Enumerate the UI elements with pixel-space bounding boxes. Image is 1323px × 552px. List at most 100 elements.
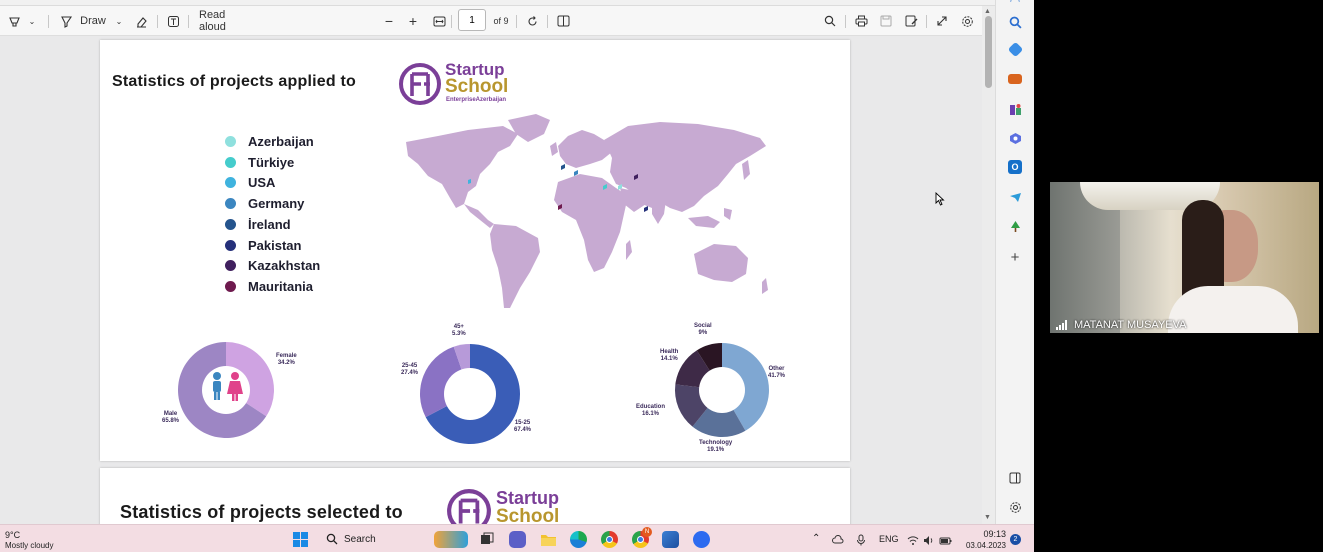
mouse-cursor-icon xyxy=(935,192,945,206)
legend-color-dot xyxy=(225,260,236,272)
legend-item: Mauritania xyxy=(225,279,313,294)
scroll-down-icon[interactable]: ▼ xyxy=(984,514,991,521)
print-icon[interactable] xyxy=(853,6,869,36)
age-donut-chart xyxy=(420,344,520,444)
sidebar-toggle-icon[interactable] xyxy=(1008,471,1022,485)
legend-item: Germany xyxy=(225,196,304,211)
scroll-up-icon[interactable]: ▲ xyxy=(984,8,991,15)
chat-icon[interactable]: ◠ xyxy=(1008,0,1022,8)
chevron-down-icon[interactable]: ⌄ xyxy=(26,6,38,36)
beach-widget-icon[interactable] xyxy=(434,531,468,548)
cloud-sync-icon[interactable] xyxy=(832,533,844,545)
language-indicator[interactable]: ENG xyxy=(879,534,899,544)
read-aloud-button[interactable]: Read aloud xyxy=(199,6,251,36)
save-icon[interactable] xyxy=(878,6,894,36)
search-icon[interactable] xyxy=(822,6,838,36)
draw-button[interactable]: Draw xyxy=(80,6,106,36)
microphone-icon[interactable] xyxy=(856,533,866,546)
tools-briefcase-icon[interactable] xyxy=(1008,74,1022,84)
legend-label: Türkiye xyxy=(248,154,295,170)
search-icon[interactable] xyxy=(1008,15,1022,29)
pdf-toolbar: ⌄ Draw ⌄ Read aloud − + of 9 xyxy=(0,6,995,36)
age-45-plus-label: 45+ 5.3% xyxy=(452,324,466,337)
legend-color-dot xyxy=(225,239,236,251)
legend-label: Pakistan xyxy=(248,237,302,253)
person-jacket xyxy=(1168,286,1298,333)
zoom-out-icon[interactable]: − xyxy=(382,6,396,36)
legend-color-dot xyxy=(225,156,236,168)
sidebar-settings-icon[interactable] xyxy=(1008,500,1022,514)
age-25-45-label: 25-45 27.4% xyxy=(401,363,419,376)
toolbar-separator xyxy=(845,15,846,28)
taskbar-search-box[interactable]: Search xyxy=(320,529,424,549)
donut-hole xyxy=(202,366,250,414)
zoom-in-icon[interactable]: + xyxy=(406,6,420,36)
highlight-icon[interactable] xyxy=(6,6,22,36)
toolbar-separator xyxy=(451,15,452,28)
draw-icon[interactable] xyxy=(58,6,74,36)
screen: ⌄ Draw ⌄ Read aloud − + of 9 xyxy=(0,0,1323,552)
save-as-icon[interactable] xyxy=(903,6,919,36)
battery-icon[interactable] xyxy=(939,533,952,545)
task-view-icon[interactable] xyxy=(478,531,495,548)
age-15-25-label: 15-25 67.4% xyxy=(514,420,532,433)
legend-item: Türkiye xyxy=(225,155,294,170)
logo-line-2: School xyxy=(445,76,509,97)
legend-label: Germany xyxy=(248,196,305,212)
scrollbar-thumb[interactable] xyxy=(985,16,992,88)
zoom-icon[interactable] xyxy=(693,531,710,548)
clock-date[interactable]: 03.04.2023 xyxy=(958,541,1006,550)
photos-icon[interactable] xyxy=(662,531,679,548)
tray-overflow-icon[interactable]: ⌃ xyxy=(812,533,820,544)
legend-color-dot xyxy=(225,198,236,210)
office-icon[interactable] xyxy=(1008,131,1022,145)
pdf-page-1: Statistics of projects applied to Startu… xyxy=(100,40,850,461)
send-icon[interactable] xyxy=(1008,190,1022,204)
text-box-icon[interactable] xyxy=(165,6,181,36)
tree-icon[interactable] xyxy=(1008,219,1022,233)
legend-label: İreland xyxy=(248,216,291,232)
vertical-scrollbar[interactable]: ▲ ▼ xyxy=(982,6,995,524)
legend-item: Kazakhstan xyxy=(225,258,320,273)
participant-video[interactable]: MATANAT MUSAYEVA xyxy=(1050,182,1319,333)
legend-label: Mauritania xyxy=(248,278,314,294)
fit-width-icon[interactable] xyxy=(431,6,447,36)
games-icon[interactable] xyxy=(1008,102,1022,116)
male-label: Male 65.8% xyxy=(162,411,180,424)
gender-donut-chart xyxy=(178,342,274,438)
weather-temperature[interactable]: 9°C xyxy=(5,530,20,540)
weather-description[interactable]: Mostly cloudy xyxy=(5,541,53,550)
page-number-input[interactable] xyxy=(458,9,486,31)
add-icon[interactable]: + xyxy=(1008,249,1022,266)
shopping-tag-icon[interactable] xyxy=(1007,41,1024,58)
sector-donut-chart xyxy=(675,343,769,437)
teams-chat-icon[interactable] xyxy=(509,531,526,548)
notification-badge[interactable]: 2 xyxy=(1010,534,1021,545)
participant-name: MATANAT MUSAYEVA xyxy=(1074,319,1187,331)
logo-mark-icon xyxy=(447,489,491,524)
settings-gear-icon[interactable] xyxy=(959,6,975,36)
clock-time[interactable]: 09:13 xyxy=(970,529,1006,539)
windows-start-icon[interactable] xyxy=(292,531,309,548)
page-title: Statistics of projects applied to xyxy=(112,73,356,90)
page-view-icon[interactable] xyxy=(555,6,571,36)
eraser-icon[interactable] xyxy=(133,6,149,36)
wifi-icon[interactable] xyxy=(907,533,919,545)
expand-icon[interactable] xyxy=(934,6,950,36)
rotate-icon[interactable] xyxy=(524,6,540,36)
volume-icon[interactable] xyxy=(923,533,935,545)
pdf-page-2: Statistics of projects selected to Start… xyxy=(100,468,850,524)
legend-color-dot xyxy=(225,136,236,147)
edge-browser-icon[interactable] xyxy=(570,531,587,548)
chrome-profile-icon[interactable]: N xyxy=(632,527,652,548)
female-label: Female 34.2% xyxy=(276,353,297,366)
logo-line-2: School xyxy=(496,506,560,524)
logo-tagline: EnterpriseAzerbaijan xyxy=(446,97,507,103)
social-label: Social 9% xyxy=(694,323,712,336)
outlook-icon[interactable]: O xyxy=(1008,160,1022,174)
file-explorer-icon[interactable] xyxy=(540,531,557,548)
chrome-icon[interactable] xyxy=(601,531,618,548)
donut-hole xyxy=(444,368,496,420)
chevron-down-icon[interactable]: ⌄ xyxy=(113,6,125,36)
toolbar-separator xyxy=(48,15,49,28)
